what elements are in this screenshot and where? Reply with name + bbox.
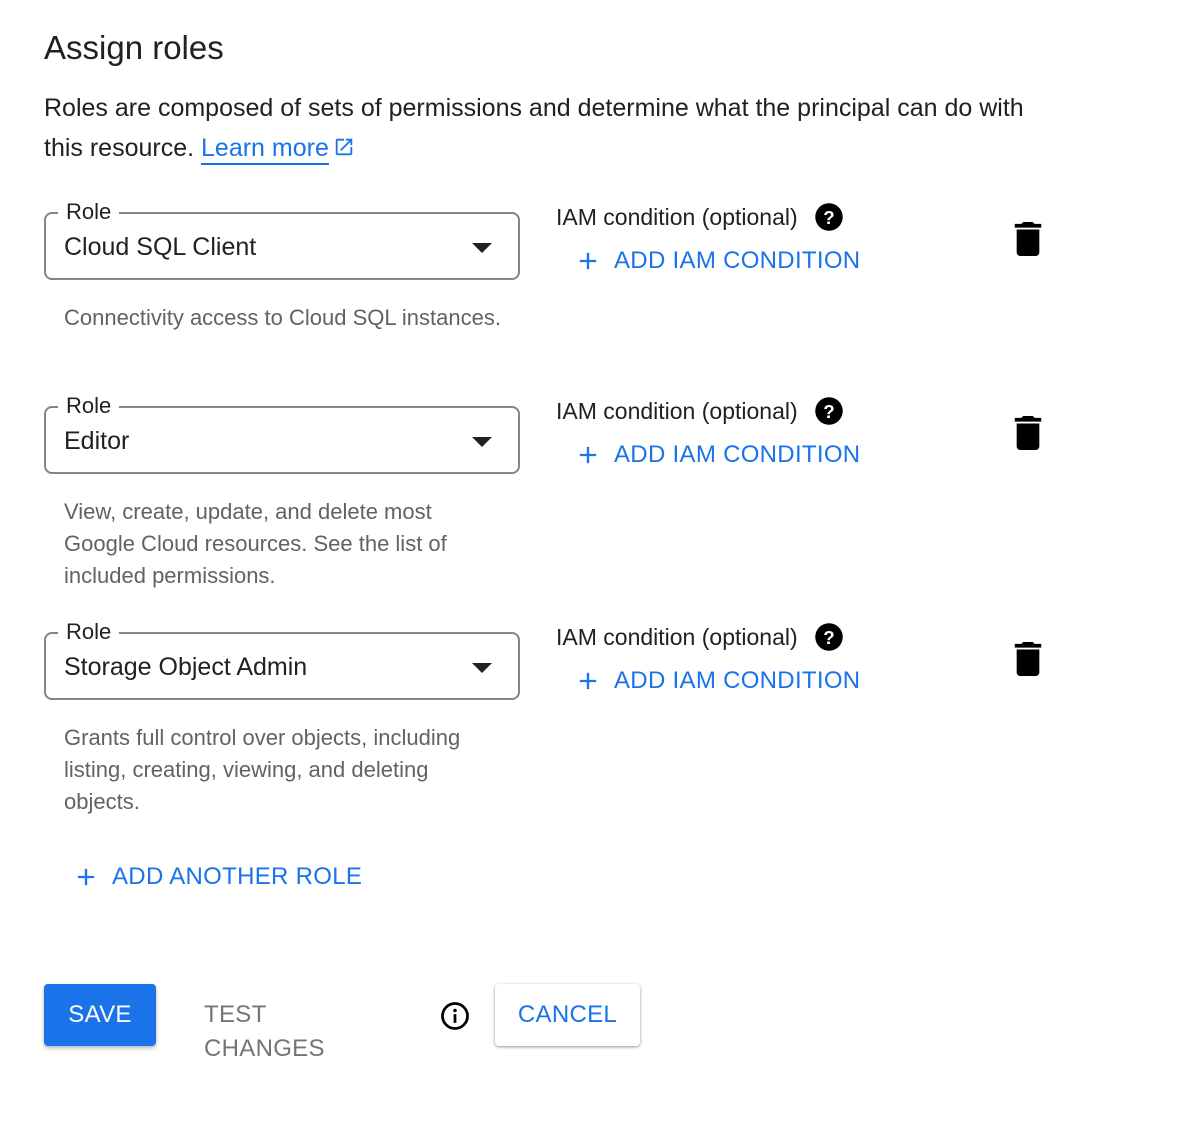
add-another-role-label: ADD ANOTHER ROLE [112,863,363,890]
iam-condition-label: IAM condition (optional) ? [556,620,844,654]
role-select-value: Editor [64,427,130,455]
intro-text: Roles are composed of sets of permission… [44,88,1044,168]
info-icon[interactable] [440,1001,470,1031]
role-select-3[interactable]: Role Storage Object Admin [44,619,524,704]
role-description: Grants full control over objects, includ… [64,725,461,814]
role-select-legend: Role [58,393,120,419]
caret-down-icon [472,663,492,673]
trash-icon[interactable] [1014,416,1042,450]
add-another-role-button[interactable]: ADD ANOTHER ROLE [72,860,362,894]
svg-text:?: ? [823,627,834,648]
iam-condition-label-text: IAM condition (optional) [556,398,798,424]
help-circle-icon[interactable]: ? [814,622,844,652]
page-title: Assign roles [44,29,224,66]
role-select-1[interactable]: Role Cloud SQL Client [44,199,524,284]
role-description: View, create, update, and delete most Go… [64,499,447,588]
test-changes-button: TEST CHANGES [204,1001,325,1062]
plus-icon [579,446,597,464]
role-select-box[interactable]: Role Storage Object Admin [44,619,520,700]
iam-condition-label-text: IAM condition (optional) [556,624,798,650]
learn-more-label: Learn more [201,134,329,162]
caret-down-icon [472,243,492,253]
svg-text:?: ? [823,207,834,228]
iam-condition-label: IAM condition (optional) ? [556,394,844,428]
learn-more-link[interactable]: Learn more [201,134,329,165]
cancel-button[interactable]: CANCEL [495,984,640,1046]
add-iam-condition-button[interactable]: ADD IAM CONDITION [574,244,860,278]
svg-text:?: ? [823,401,834,422]
role-select-value: Storage Object Admin [64,653,308,681]
add-iam-condition-button[interactable]: ADD IAM CONDITION [574,438,860,472]
role-select-box[interactable]: Role Cloud SQL Client [44,199,520,280]
add-iam-condition-button[interactable]: ADD IAM CONDITION [574,664,860,698]
role-select-value: Cloud SQL Client [64,233,257,261]
add-iam-condition-label: ADD IAM CONDITION [614,441,861,468]
caret-down-icon [472,437,492,447]
external-link-icon[interactable] [333,136,355,158]
trash-icon[interactable] [1014,642,1042,676]
plus-icon [579,672,597,690]
iam-condition-label-text: IAM condition (optional) [556,204,798,230]
plus-icon [77,868,95,886]
role-select-2[interactable]: Role Editor [44,393,524,478]
help-circle-icon[interactable]: ? [814,396,844,426]
trash-icon[interactable] [1014,222,1042,256]
role-description: Connectivity access to Cloud SQL instanc… [64,305,501,330]
role-select-legend: Role [58,619,120,645]
intro-description: Roles are composed of sets of permission… [44,94,1024,162]
assign-roles-panel: Assign roles Roles are composed of sets … [0,0,1200,1124]
role-select-box[interactable]: Role Editor [44,393,520,474]
add-iam-condition-label: ADD IAM CONDITION [614,667,861,694]
role-select-legend: Role [58,199,120,225]
plus-icon [579,252,597,270]
save-button[interactable]: SAVE [44,984,156,1046]
iam-condition-label: IAM condition (optional) ? [556,200,844,234]
help-circle-icon[interactable]: ? [814,202,844,232]
add-iam-condition-label: ADD IAM CONDITION [614,247,861,274]
